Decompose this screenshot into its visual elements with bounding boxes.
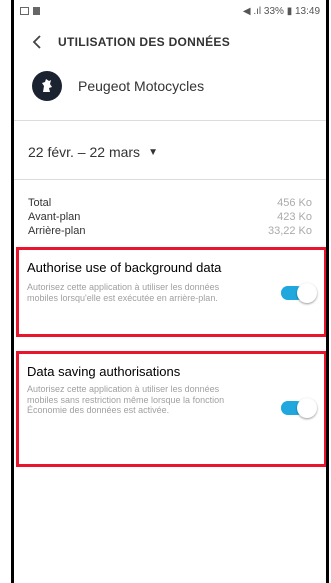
usage-label: Total [28,197,52,209]
usage-row-background: Arrière-plan 33,22 Ko [28,224,312,238]
notification-icon [33,7,40,15]
setting-title: Data saving authorisations [27,364,181,379]
usage-label: Avant-plan [28,211,81,223]
divider [14,120,326,121]
phone-screen: ◀ .ıl 33% ▮ 13:49 UTILISATION DES DONNÉE… [11,0,329,583]
data-saving-setting: Data saving authorisations Autorisez cet… [16,351,326,467]
background-data-setting: Authorise use of background data Autoris… [16,247,326,337]
setting-title: Authorise use of background data [27,260,222,275]
status-bar: ◀ .ıl 33% ▮ 13:49 [14,0,326,22]
status-bar-text: ◀ .ıl 33% ▮ 13:49 [242,5,320,17]
setting-description: Autorisez cette application à utiliser l… [27,282,220,303]
date-range-label: 22 févr. – 22 mars [28,144,141,160]
toggle-thumb [297,283,317,303]
peugeot-app-icon [32,71,62,101]
usage-row-foreground: Avant-plan 423 Ko [28,210,312,224]
app-name: Peugeot Motocycles [78,78,205,94]
setting-description: Autorisez cette application à utiliser l… [27,384,225,415]
status-bar-right: ◀ .ıl 33% ▮ 13:49 [243,6,320,17]
usage-summary: Total 456 Ko Avant-plan 423 Ko Arrière-p… [14,180,326,238]
image-notification-icon [20,7,29,15]
background-data-toggle[interactable] [281,283,317,303]
dropdown-triangle-icon: ▼ [148,146,158,158]
status-bar-left [20,7,40,15]
usage-label: Arrière-plan [28,225,86,237]
back-button[interactable] [22,27,52,57]
data-saving-toggle[interactable] [281,398,317,418]
app-row: Peugeot Motocycles [14,62,326,110]
usage-value: 423 Ko [277,211,312,223]
usage-value: 456 Ko [277,197,312,209]
page-title: UTILISATION DES DONNÉES [58,35,231,49]
date-range-selector[interactable]: 22 févr. – 22 mars ▼ [14,131,326,173]
app-bar: UTILISATION DES DONNÉES [14,22,326,62]
back-arrow-icon [32,35,41,49]
toggle-thumb [297,398,317,418]
usage-row-total: Total 456 Ko [28,196,312,210]
usage-value: 33,22 Ko [267,225,312,237]
lion-logo-icon [42,79,52,92]
